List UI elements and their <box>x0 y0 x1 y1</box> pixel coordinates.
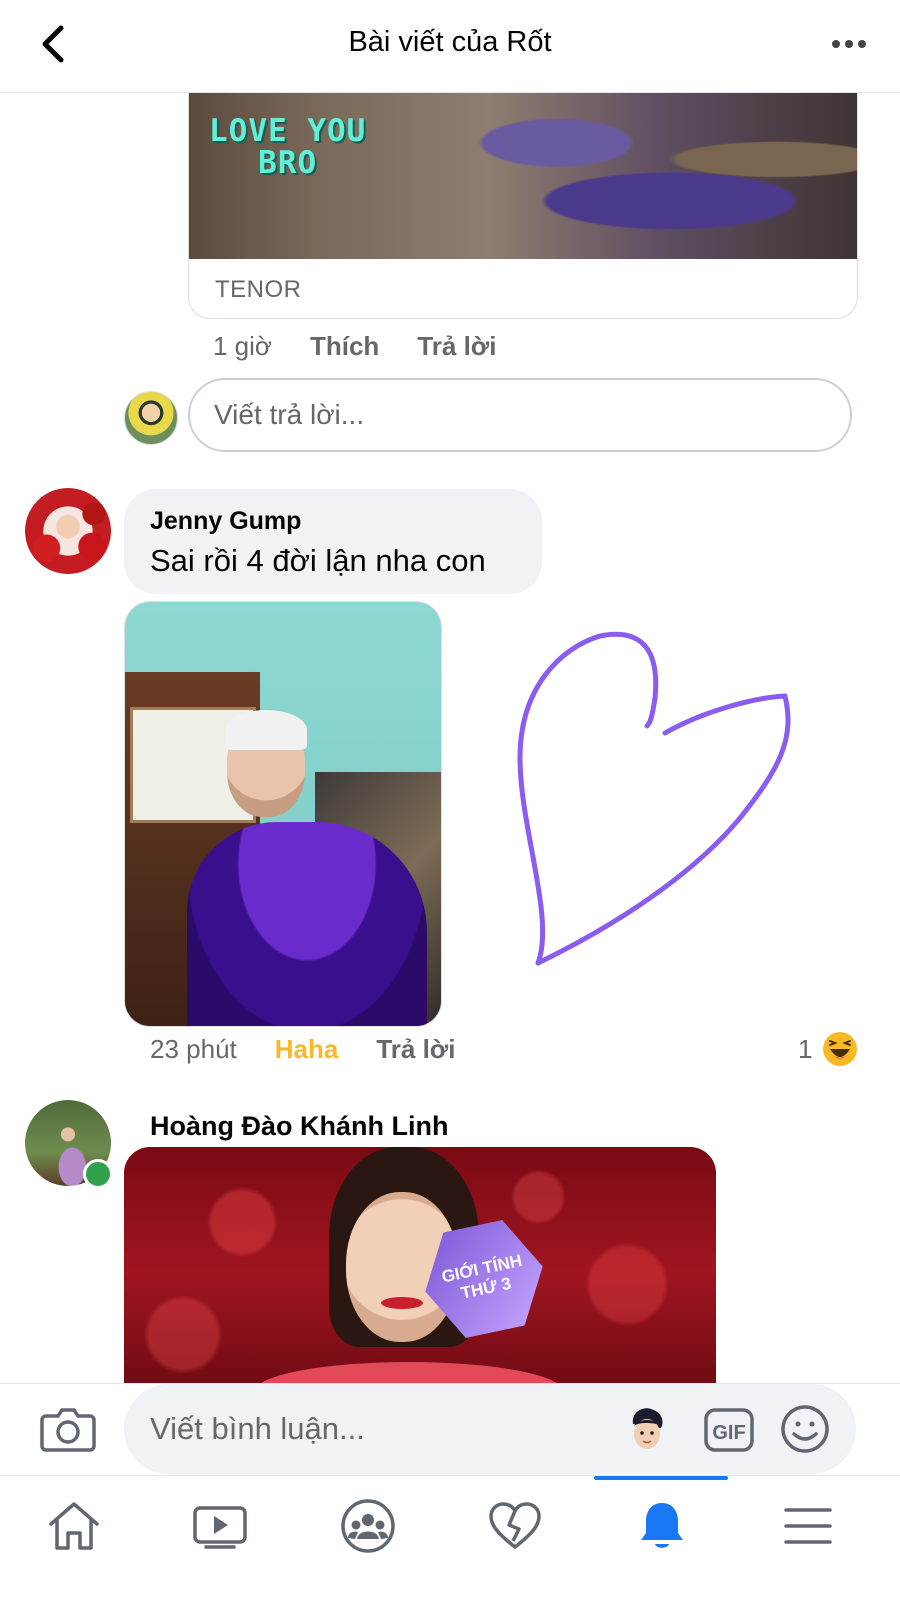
comment-photo[interactable]: GIỚI TÍNH THỨ 3 <box>124 1147 716 1383</box>
comment-author[interactable]: Hoàng Đào Khánh Linh <box>150 1111 448 1142</box>
gif-overlay-text: LOVE YOU BRO <box>209 115 366 179</box>
comment-bubble[interactable]: Jenny Gump Sai rồi 4 đời lận nha con <box>124 489 542 594</box>
comment-actions: 23 phút Haha Trả lời <box>150 1034 456 1065</box>
photo-person-hair <box>225 710 307 750</box>
comments-feed[interactable]: LOVE YOU BRO TENOR 1 giờ Thích Trả lời V… <box>0 93 900 1383</box>
comment-photo[interactable] <box>124 601 442 1027</box>
emoji-icon[interactable] <box>780 1404 830 1454</box>
more-options-button[interactable] <box>826 22 872 66</box>
online-status-indicator <box>83 1159 113 1189</box>
more-dot-icon <box>845 40 853 48</box>
avatar-sticker-icon[interactable] <box>627 1406 667 1452</box>
reaction-count[interactable]: 1 <box>798 1034 812 1065</box>
comment-time: 23 phút <box>150 1034 237 1064</box>
reply-button[interactable]: Trả lời <box>417 331 496 362</box>
dating-icon <box>489 1502 541 1549</box>
svg-text:GIF: GIF <box>712 1422 745 1444</box>
reply-button[interactable]: Trả lời <box>376 1034 455 1065</box>
nav-menu[interactable] <box>768 1496 848 1556</box>
gif-attachment[interactable]: LOVE YOU BRO TENOR <box>188 93 858 319</box>
current-user-avatar <box>124 391 178 445</box>
comment-composer: Viết bình luận... GIF <box>0 1383 900 1474</box>
comment-text: Sai rồi 4 đời lận nha con <box>150 543 486 578</box>
nav-dating[interactable] <box>475 1496 555 1556</box>
active-tab-indicator <box>594 1476 728 1480</box>
comment-author[interactable]: Jenny Gump <box>150 507 301 536</box>
gif-image: LOVE YOU BRO <box>189 93 857 259</box>
notifications-icon <box>641 1503 683 1548</box>
bottom-navigation <box>0 1475 900 1601</box>
more-dot-icon <box>832 40 840 48</box>
gif-source-label: TENOR <box>215 276 302 303</box>
gif-icon[interactable]: GIF <box>704 1408 754 1452</box>
comment-time: 1 giờ <box>213 331 272 361</box>
nav-watch[interactable] <box>180 1496 260 1556</box>
photo-person-body <box>187 822 427 1026</box>
nav-groups[interactable] <box>328 1496 408 1556</box>
haha-reaction-button[interactable]: Haha <box>275 1034 339 1065</box>
reply-input[interactable]: Viết trả lời... <box>188 378 852 452</box>
haha-emoji-icon[interactable] <box>822 1031 858 1067</box>
nav-home[interactable] <box>34 1496 114 1556</box>
photo-person-lips <box>381 1297 423 1309</box>
nav-notifications[interactable] <box>622 1496 702 1556</box>
more-dot-icon <box>858 40 866 48</box>
heart-sticker-icon[interactable] <box>500 628 800 978</box>
like-button[interactable]: Thích <box>310 331 379 362</box>
gif-overlay-line: LOVE YOU <box>209 113 367 149</box>
home-icon <box>49 1502 99 1550</box>
watch-icon <box>193 1506 247 1549</box>
page-title: Bài viết của Rốt <box>348 26 552 58</box>
comment-actions: 1 giờ Thích Trả lời <box>213 331 497 362</box>
groups-icon <box>341 1499 395 1553</box>
photo-person-dress <box>254 1362 564 1383</box>
commenter-avatar[interactable] <box>25 488 111 574</box>
menu-icon <box>784 1508 832 1544</box>
gif-overlay-line: BRO <box>258 145 318 181</box>
camera-icon[interactable] <box>40 1404 96 1454</box>
top-bar: Bài viết của Rốt <box>0 0 900 93</box>
